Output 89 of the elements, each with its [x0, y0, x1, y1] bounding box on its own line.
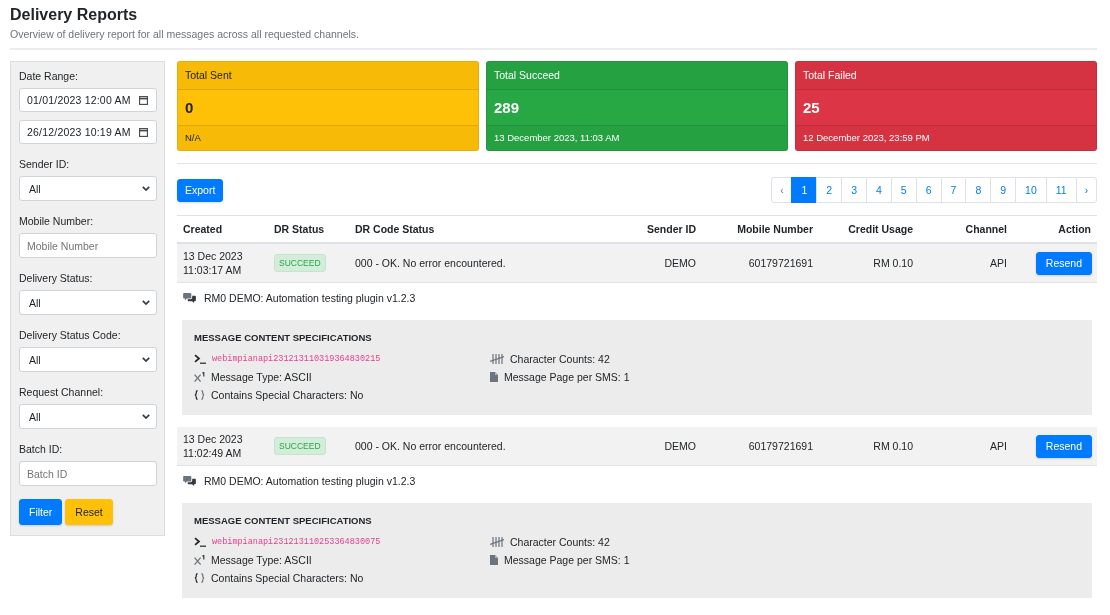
terminal-icon	[194, 537, 206, 547]
braces-icon	[194, 573, 205, 583]
field-label: Mobile Number:	[19, 214, 94, 228]
page-button[interactable]: 11	[1045, 177, 1077, 203]
braces-icon	[194, 390, 205, 400]
page-button[interactable]: 3	[841, 177, 867, 203]
select-field[interactable]: All	[19, 347, 157, 372]
table-cell: 60179721691	[702, 243, 819, 283]
page-count: Message Page per SMS: 1	[504, 554, 630, 566]
message-text: RM0 DEMO: Automation testing plugin v1.2.3	[204, 475, 416, 487]
chat-icon	[183, 293, 196, 303]
status-badge: SUCCEED	[274, 437, 326, 455]
calendar-icon	[139, 127, 148, 137]
resend-button[interactable]: Resend	[1035, 251, 1092, 275]
table-cell: API	[919, 243, 1013, 283]
special-characters: Contains Special Characters: No	[211, 572, 364, 584]
specs-title: MESSAGE CONTENT SPECIFICATIONS	[194, 332, 372, 344]
datetime-field[interactable]: 01/01/2023 12:00 AM	[19, 88, 157, 112]
select-field[interactable]: All	[19, 404, 157, 429]
table-cell: 000 - OK. No error encountered.	[349, 427, 620, 466]
page-button[interactable]: 1	[791, 177, 818, 203]
superscript-icon	[194, 555, 205, 565]
character-count: Character Counts: 42	[510, 353, 610, 365]
terminal-icon	[194, 354, 206, 364]
card-title: Total Failed	[796, 62, 1096, 90]
page-button[interactable]: 7	[940, 177, 967, 203]
file-icon	[490, 555, 498, 565]
card-title: Total Succeed	[487, 62, 787, 90]
page-button[interactable]: 9	[990, 177, 1017, 203]
message-text: RM0 DEMO: Automation testing plugin v1.2.3	[204, 292, 416, 304]
datetime-field[interactable]: 26/12/2023 10:19 AM	[19, 120, 157, 144]
page-button[interactable]: 2	[816, 177, 843, 203]
specs-title: MESSAGE CONTENT SPECIFICATIONS	[194, 515, 372, 527]
field-label: Batch ID:	[19, 442, 63, 456]
chevron-down-icon	[142, 357, 150, 362]
card-value: 0	[184, 98, 195, 118]
input-field[interactable]: Mobile Number	[19, 233, 157, 258]
table-cell: 000 - OK. No error encountered.	[349, 243, 620, 283]
field-label: Sender ID:	[19, 157, 70, 171]
message-type: Message Type: ASCII	[211, 554, 312, 566]
resend-button[interactable]: Resend	[1035, 434, 1092, 458]
page-button[interactable]: 6	[915, 177, 942, 203]
file-icon	[490, 372, 498, 382]
message-type: Message Type: ASCII	[211, 371, 312, 383]
status-badge: SUCCEED	[274, 254, 326, 272]
table-cell: RM 0.10	[819, 243, 919, 283]
table-cell: DEMO	[620, 243, 702, 283]
character-count: Character Counts: 42	[510, 536, 610, 548]
page-count: Message Page per SMS: 1	[504, 371, 630, 383]
superscript-icon	[194, 372, 205, 382]
table-cell: RM 0.10	[819, 427, 919, 466]
calendar-icon	[139, 95, 148, 105]
chevron-down-icon	[142, 186, 150, 191]
reference-code: webimpianapi231213110319364830215	[212, 354, 381, 364]
reference-code: webimpianapi231213110253364830075	[212, 537, 381, 547]
chevron-down-icon	[142, 300, 150, 305]
table-cell: 13 Dec 2023 11:02:49 AM	[177, 427, 268, 466]
card-title: Total Sent	[178, 62, 478, 90]
table-cell: API	[919, 427, 1013, 466]
card-value: 289	[493, 98, 521, 118]
field-label: Delivery Status Code:	[19, 328, 121, 342]
table-cell: DEMO	[620, 427, 702, 466]
tally-icon	[490, 537, 504, 547]
page-button[interactable]: 4	[866, 177, 892, 203]
chat-icon	[183, 476, 196, 486]
page-title: Delivery Reports	[10, 5, 138, 25]
card-footer: 12 December 2023, 23:59 PM	[796, 125, 1096, 150]
select-field[interactable]: All	[19, 176, 157, 201]
card-value: 25	[802, 98, 821, 118]
filter-button[interactable]: Filter	[19, 499, 63, 525]
field-label: Delivery Status:	[19, 271, 93, 285]
page-button[interactable]: 5	[890, 177, 917, 203]
chevron-down-icon	[142, 414, 150, 419]
input-field[interactable]: Batch ID	[19, 461, 157, 486]
reset-button[interactable]: Reset	[65, 499, 113, 525]
tally-icon	[490, 354, 504, 364]
field-label: Date Range:	[19, 69, 78, 83]
next-page-button[interactable]: ›	[1075, 177, 1097, 203]
table-cell: 60179721691	[702, 427, 819, 466]
page-button[interactable]: 10	[1015, 177, 1047, 203]
page-subtitle: Overview of delivery report for all messages across all requested channels.	[10, 27, 359, 41]
select-field[interactable]: All	[19, 290, 157, 315]
special-characters: Contains Special Characters: No	[211, 389, 364, 401]
card-footer: 13 December 2023, 11:03 AM	[487, 125, 787, 150]
table-cell: 13 Dec 2023 11:03:17 AM	[177, 243, 268, 283]
page-button[interactable]: 8	[965, 177, 992, 203]
export-button[interactable]: Export	[177, 178, 224, 202]
field-label: Request Channel:	[19, 385, 104, 399]
card-footer: N/A	[178, 125, 478, 150]
